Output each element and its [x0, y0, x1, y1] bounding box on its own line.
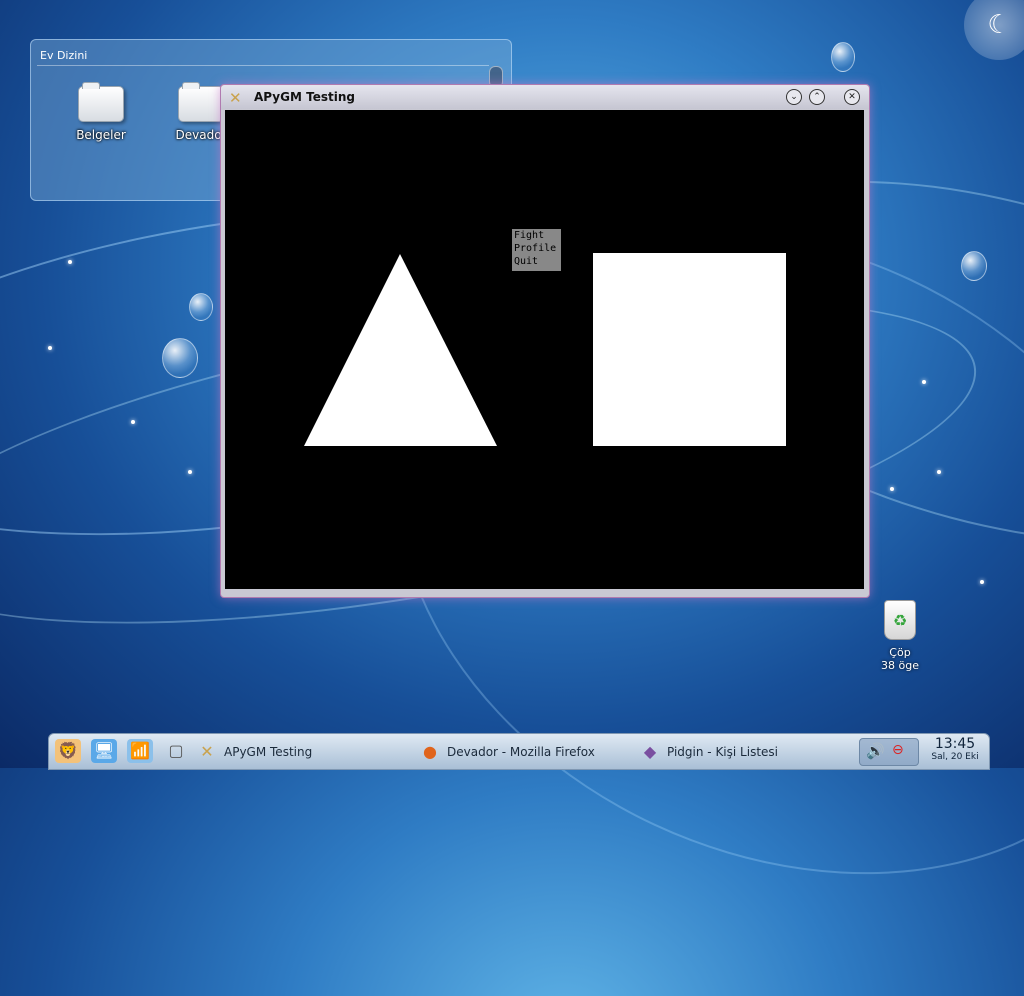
desktop-toolbox-icon[interactable]: ☾: [964, 0, 1024, 60]
wallpaper-bubble: [162, 338, 198, 378]
firefox-icon: ●: [423, 742, 437, 761]
folder-item-belgeler[interactable]: Belgeler: [56, 82, 146, 142]
wallpaper-star: [890, 487, 894, 491]
pager-icon[interactable]: ▢: [163, 739, 189, 763]
task-label: APyGM Testing: [224, 745, 313, 759]
trash-count: 38 öge: [881, 659, 919, 672]
wallpaper-bubble: [961, 251, 987, 281]
game-canvas[interactable]: Fight Profile Quit: [225, 110, 864, 589]
close-button[interactable]: ✕: [844, 89, 860, 105]
task-apygm-testing[interactable]: ✕ APyGM Testing: [196, 740, 312, 764]
maximize-button[interactable]: ⌃: [809, 89, 825, 105]
task-pidgin[interactable]: ◆ Pidgin - Kişi Listesi: [639, 740, 778, 764]
wallpaper-star: [937, 470, 941, 474]
task-label: Pidgin - Kişi Listesi: [667, 745, 778, 759]
clock-time: 13:45: [934, 736, 976, 752]
window-title: APyGM Testing: [254, 90, 355, 104]
network-disconnected-icon[interactable]: ⊖: [892, 742, 904, 758]
folder-view-title: Ev Dizini: [40, 49, 88, 62]
show-desktop-icon[interactable]: 🖥: [91, 739, 117, 763]
application-launcher-icon[interactable]: 🦁: [55, 739, 81, 763]
folder-icon: [78, 82, 124, 122]
folder-icon: [178, 82, 224, 122]
taskbar: 🦁 🖥 📶 ▢ ✕ APyGM Testing ● Devador - Mozi…: [48, 733, 990, 770]
square-shape[interactable]: [593, 253, 786, 446]
wallpaper-star: [68, 260, 72, 264]
app-window: ✕ APyGM Testing ⌄ ⌃ ✕ Fight Profile Quit: [220, 84, 870, 598]
system-tray: 🔊 ⊖: [859, 738, 919, 766]
volume-icon[interactable]: 🔊: [866, 742, 885, 760]
clock-date: Sal, 20 Eki: [931, 752, 979, 762]
task-firefox[interactable]: ● Devador - Mozilla Firefox: [419, 740, 595, 764]
minimize-button[interactable]: ⌄: [786, 89, 802, 105]
triangle-shape[interactable]: [304, 254, 497, 446]
trash-icon: [884, 600, 916, 640]
folder-view-divider: [37, 65, 489, 66]
wallpaper-star: [922, 380, 926, 384]
folder-item-label: Devador: [175, 128, 227, 142]
trash-label: Çöp: [889, 646, 911, 659]
trash-desktop-item[interactable]: Çöp 38 öge: [868, 600, 932, 672]
network-monitor-icon[interactable]: 📶: [127, 739, 153, 763]
wallpaper-bubble: [831, 42, 855, 72]
window-titlebar[interactable]: ✕ APyGM Testing ⌄ ⌃ ✕: [221, 85, 869, 109]
wallpaper-star: [980, 580, 984, 584]
x-app-icon: ✕: [200, 742, 214, 761]
pidgin-icon: ◆: [643, 742, 657, 761]
clock[interactable]: 13:45 Sal, 20 Eki: [923, 736, 987, 762]
wallpaper-bubble: [189, 293, 213, 321]
wallpaper-star: [188, 470, 192, 474]
wallpaper-star: [48, 346, 52, 350]
task-label: Devador - Mozilla Firefox: [447, 745, 595, 759]
folder-item-label: Belgeler: [76, 128, 126, 142]
wallpaper-star: [131, 420, 135, 424]
x-app-icon[interactable]: ✕: [229, 89, 242, 107]
